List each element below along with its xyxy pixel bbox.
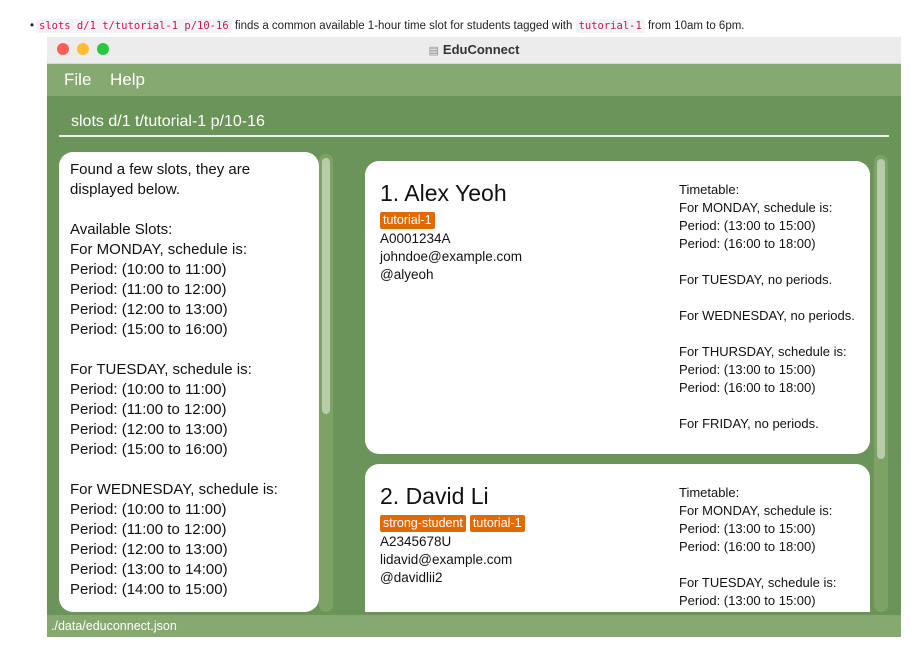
person-telegram: @davidlii2 <box>380 570 443 585</box>
menu-file[interactable]: File <box>64 70 91 90</box>
tag-badge: strong-student <box>380 515 466 532</box>
caption-text-b: from 10am to 6pm. <box>644 20 745 32</box>
person-timetable: Timetable: For MONDAY, schedule is: Peri… <box>679 485 837 608</box>
person-telegram: @alyeoh <box>380 267 434 282</box>
command-input[interactable]: slots d/1 t/tutorial-1 p/10-16 <box>71 113 265 131</box>
student-id: A2345678U <box>380 534 452 549</box>
person-name: 2. David Li <box>380 483 489 509</box>
person-list-scrollbar[interactable] <box>874 155 888 612</box>
person-tags: strong-student tutorial-1 <box>380 514 529 532</box>
person-details: A2345678U lidavid@example.com @davidlii2 <box>380 533 512 587</box>
window-title-text: EduConnect <box>442 42 520 57</box>
status-bar: ./data/educonnect.json <box>47 615 901 637</box>
result-text: Found a few slots, they are displayed be… <box>70 161 278 598</box>
student-id: A0001234A <box>380 231 451 246</box>
person-email: lidavid@example.com <box>380 552 513 567</box>
app-window: ▤ EduConnect File Help slots d/1 t/tutori… <box>47 37 901 637</box>
person-email: johndoe@example.com <box>380 249 523 264</box>
caption-text-a: finds a common available 1-hour time slo… <box>231 20 576 32</box>
tag-badge: tutorial-1 <box>469 515 525 532</box>
person-details: A0001234A johndoe@example.com @alyeoh <box>380 230 522 284</box>
person-list: 1. Alex Yeoh tutorial-1 A0001234A johndo… <box>365 155 870 612</box>
result-scrollbar-thumb[interactable] <box>322 158 330 414</box>
caption-command: slots d/1 t/tutorial-1 p/10-16 <box>36 19 232 33</box>
tag-badge: tutorial-1 <box>380 212 435 229</box>
result-scrollbar[interactable] <box>319 154 333 612</box>
document-icon: ▤ <box>428 45 439 57</box>
person-timetable: Timetable: For MONDAY, schedule is: Peri… <box>679 182 855 431</box>
menu-help[interactable]: Help <box>110 70 145 90</box>
instruction-caption: • slots d/1 t/tutorial-1 p/10-16 finds a… <box>30 19 745 33</box>
person-name: 1. Alex Yeoh <box>380 180 507 206</box>
menu-bar: File Help <box>47 64 901 96</box>
data-file-path: ./data/educonnect.json <box>51 619 177 633</box>
person-card[interactable]: 1. Alex Yeoh tutorial-1 A0001234A johndo… <box>365 161 870 454</box>
bullet-icon: • <box>30 20 35 32</box>
person-tags: tutorial-1 <box>380 211 439 229</box>
window-title: ▤ EduConnect <box>47 42 901 57</box>
caption-tag: tutorial-1 <box>575 19 645 33</box>
command-box[interactable]: slots d/1 t/tutorial-1 p/10-16 <box>59 107 889 137</box>
title-bar: ▤ EduConnect <box>47 37 901 64</box>
person-card[interactable]: 2. David Li strong-student tutorial-1 A23… <box>365 464 870 612</box>
result-display: Found a few slots, they are displayed be… <box>59 152 319 612</box>
person-list-scrollbar-thumb[interactable] <box>877 159 885 459</box>
